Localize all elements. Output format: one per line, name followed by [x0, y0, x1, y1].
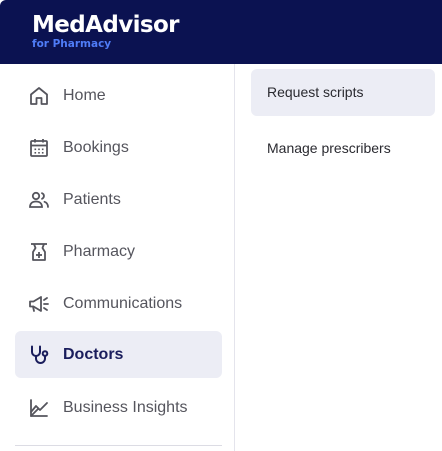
- brand-logo[interactable]: MedAdvisor for Pharmacy: [32, 11, 180, 50]
- pharmacy-icon: [27, 240, 51, 264]
- sidebar-item-home[interactable]: Home: [15, 72, 222, 119]
- calendar-icon: [27, 136, 51, 160]
- sidebar-divider: [15, 445, 222, 446]
- users-icon: [27, 188, 51, 212]
- sidebar-item-communications[interactable]: Communications: [15, 280, 222, 327]
- sidebar-item-label: Home: [63, 87, 106, 104]
- submenu-item-manage-prescribers[interactable]: Manage prescribers: [251, 125, 435, 172]
- sidebar-item-label: Patients: [63, 191, 121, 208]
- sidebar-item-doctors[interactable]: Doctors: [15, 331, 222, 378]
- submenu-item-label: Request scripts: [267, 84, 364, 100]
- sidebar-item-label: Bookings: [63, 139, 129, 156]
- submenu-item-request-scripts[interactable]: Request scripts: [251, 69, 435, 116]
- sidebar-item-label: Business Insights: [63, 399, 188, 416]
- sidebar-item-bookings[interactable]: Bookings: [15, 124, 222, 171]
- chart-icon: [27, 396, 51, 420]
- sidebar-item-label: Doctors: [63, 346, 124, 363]
- sidebar: Home Bookings Patients Pharmacy Communic…: [0, 64, 235, 451]
- brand-name: MedAdvisor: [32, 12, 180, 38]
- sidebar-item-label: Pharmacy: [63, 243, 136, 260]
- brand-subtitle: for Pharmacy: [32, 38, 112, 50]
- doctors-submenu: Request scripts Manage prescribers: [236, 64, 442, 451]
- sidebar-item-patients[interactable]: Patients: [15, 176, 222, 223]
- home-icon: [27, 84, 51, 108]
- megaphone-icon: [27, 292, 51, 316]
- stethoscope-icon: [27, 343, 51, 367]
- sidebar-item-pharmacy[interactable]: Pharmacy: [15, 228, 222, 275]
- sidebar-item-business-insights[interactable]: Business Insights: [15, 384, 222, 431]
- submenu-item-label: Manage prescribers: [267, 140, 391, 156]
- top-bar: MedAdvisor for Pharmacy: [0, 0, 442, 64]
- sidebar-item-label: Communications: [63, 295, 183, 312]
